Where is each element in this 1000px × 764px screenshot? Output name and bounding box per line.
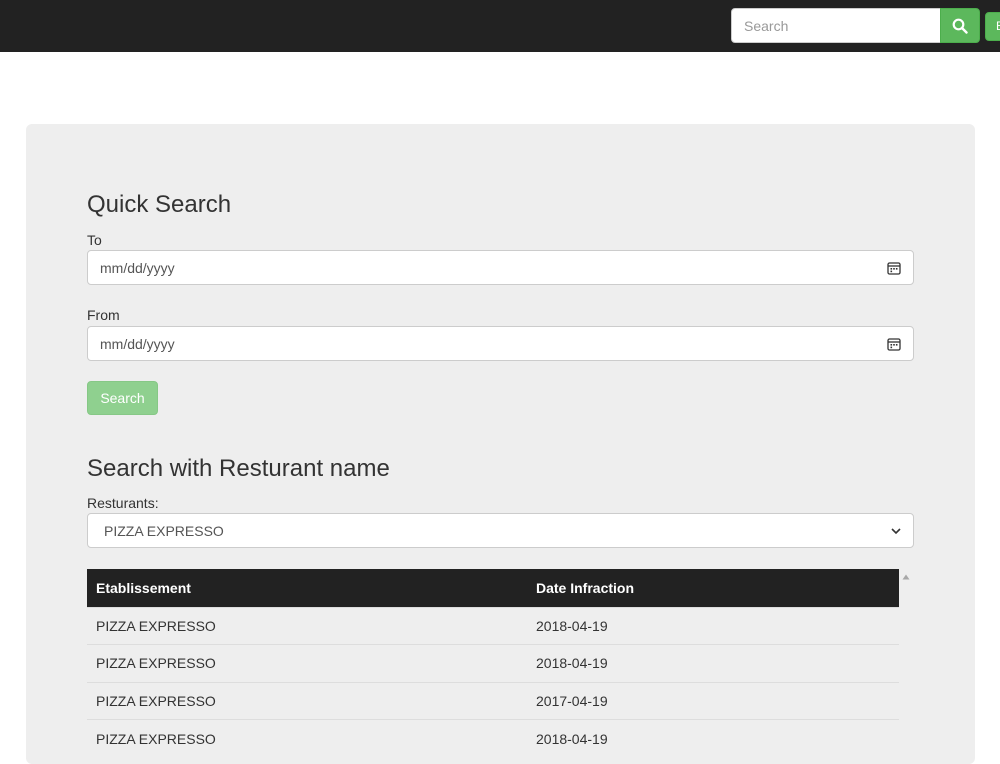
navbar-search-input[interactable] — [731, 8, 941, 43]
restaurant-select-value: PIZZA EXPRESSO — [104, 522, 224, 539]
quick-search-title: Quick Search — [87, 191, 232, 218]
navbar-extra-button[interactable]: E — [985, 12, 1000, 41]
to-label: To — [87, 232, 102, 248]
cell-date-infraction: 2017-04-19 — [527, 681, 899, 720]
navbar-search-button[interactable] — [940, 8, 980, 43]
chevron-down-icon — [891, 527, 901, 534]
cell-etablissement: PIZZA EXPRESSO — [87, 681, 527, 720]
from-date-value: mm/dd/yyyy — [100, 335, 175, 352]
to-date-value: mm/dd/yyyy — [100, 259, 175, 276]
column-header-etablissement[interactable]: Etablissement — [87, 569, 527, 607]
cell-etablissement: PIZZA EXPRESSO — [87, 644, 527, 682]
table-row: PIZZA EXPRESSO 2018-04-19 — [87, 606, 899, 645]
scroll-up-arrow-icon[interactable] — [902, 574, 910, 580]
table-header-row: Etablissement Date Infraction — [87, 569, 899, 607]
column-header-date-infraction[interactable]: Date Infraction — [527, 569, 899, 607]
quick-search-button[interactable]: Search — [87, 381, 158, 415]
to-date-input[interactable]: mm/dd/yyyy — [87, 250, 914, 285]
cell-date-infraction: 2018-04-19 — [527, 606, 899, 645]
from-date-input[interactable]: mm/dd/yyyy — [87, 326, 914, 361]
table-row: PIZZA EXPRESSO 2017-04-19 — [87, 681, 899, 720]
restaurants-label: Resturants: — [87, 495, 159, 511]
search-icon — [952, 18, 968, 34]
cell-date-infraction: 2018-04-19 — [527, 644, 899, 682]
calendar-icon[interactable] — [887, 261, 901, 275]
from-label: From — [87, 307, 120, 323]
cell-etablissement: PIZZA EXPRESSO — [87, 719, 527, 757]
cell-etablissement: PIZZA EXPRESSO — [87, 606, 527, 645]
restaurant-select[interactable]: PIZZA EXPRESSO — [87, 513, 914, 548]
table-row: PIZZA EXPRESSO 2018-04-19 — [87, 719, 899, 757]
infractions-table: Etablissement Date Infraction PIZZA EXPR… — [87, 569, 899, 757]
calendar-icon[interactable] — [887, 337, 901, 351]
restaurant-search-title: Search with Resturant name — [87, 455, 390, 482]
top-navbar: E — [0, 0, 1000, 52]
cell-date-infraction: 2018-04-19 — [527, 719, 899, 757]
table-row: PIZZA EXPRESSO 2018-04-19 — [87, 644, 899, 682]
